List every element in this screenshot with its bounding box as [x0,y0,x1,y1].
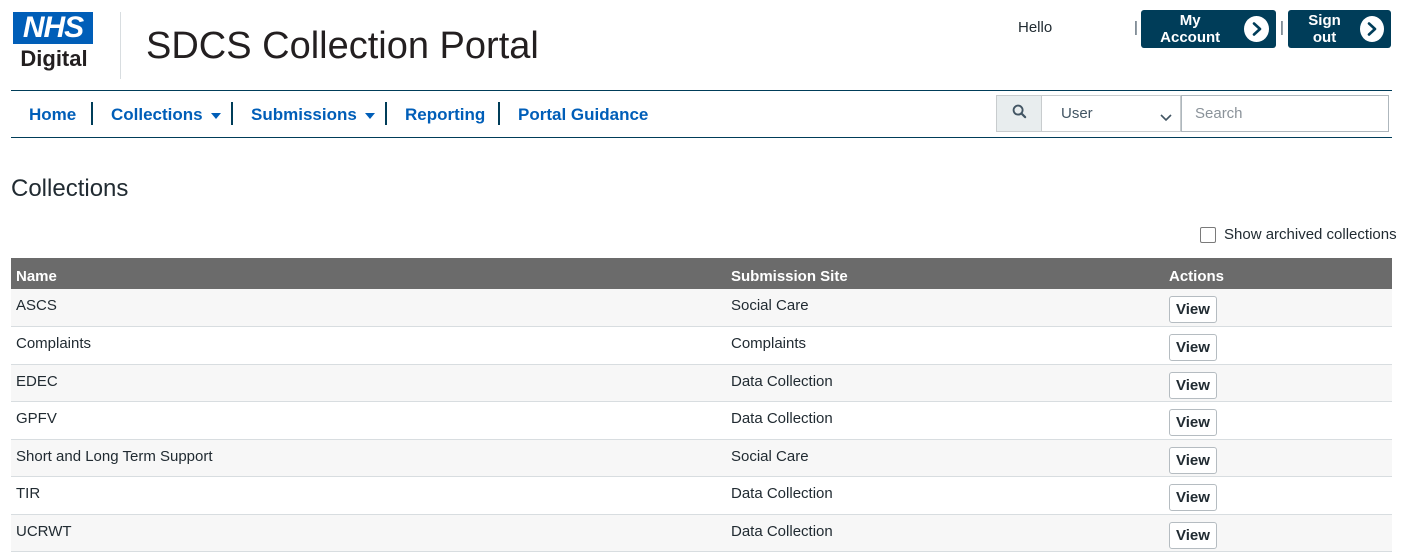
nav-divider [91,102,93,125]
show-archived-checkbox[interactable] [1200,226,1216,243]
nav-item-reporting[interactable]: Reporting [405,105,485,125]
header-divider [120,12,121,79]
nav-divider [231,102,233,125]
search-input[interactable] [1181,95,1389,132]
sign-out-button[interactable]: Sign out [1288,10,1391,48]
arrow-right-icon [1244,16,1269,42]
greeting: Hello [1018,19,1053,36]
search-button[interactable] [996,95,1041,132]
caret-down-icon [364,113,375,119]
table-row: GPFV Data Collection View [11,401,1392,439]
caret-down-icon [210,113,221,119]
submission-site: Data Collection [731,410,833,427]
show-archived-toggle[interactable]: Show archived collections [1200,226,1397,243]
nav-divider [385,102,387,125]
collection-name: GPFV [16,410,57,427]
nav-item-label: Submissions [251,105,357,124]
column-header-name: Name [16,268,57,285]
table-header-row: Name Submission Site Actions [11,258,1392,289]
view-button[interactable]: View [1169,484,1217,511]
view-button[interactable]: View [1169,409,1217,436]
collection-name: TIR [16,485,41,502]
nav-item-label: Collections [111,105,203,124]
submission-site: Social Care [731,297,809,314]
table-row: Short and Long Term Support Social Care … [11,439,1392,477]
nav-divider [498,102,500,125]
collection-name: UCRWT [16,522,72,540]
view-button[interactable]: View [1169,296,1217,323]
view-button[interactable]: View [1169,334,1217,361]
page-title: Collections [11,175,129,202]
column-header-actions: Actions [1169,268,1225,285]
collection-name: ASCS [16,297,57,314]
table-row: ASCS Social Care View [11,289,1392,327]
my-account-label: My Account [1160,12,1221,46]
collection-name: Complaints [16,335,92,352]
page-header: NHS Digital SDCS Collection Portal Hello… [0,0,1417,90]
view-button[interactable]: View [1169,521,1217,549]
sign-out-label: Sign out [1308,12,1341,46]
submission-site: Social Care [731,447,809,465]
submission-site: Data Collection [731,522,833,540]
nav-item-portal-guidance[interactable]: Portal Guidance [518,105,648,125]
nhs-logo-mark: NHS [13,12,93,44]
main-navigation: Home Collections Submissions Reporting P… [11,90,1392,138]
view-button[interactable]: View [1169,371,1217,399]
chevron-down-icon [1160,109,1172,126]
portal-title: SDCS Collection Portal [146,25,539,67]
header-separator: | [1134,19,1138,36]
search-icon [1012,104,1027,124]
table-row: Complaints Complaints View [11,326,1392,364]
nav-item-home[interactable]: Home [29,105,76,125]
submission-site: Complaints [731,335,807,352]
nav-item-collections[interactable]: Collections [111,105,221,125]
show-archived-label: Show archived collections [1224,226,1397,243]
nav-item-label: Home [29,105,77,124]
column-header-submission-site: Submission Site [731,268,848,285]
submission-site: Data Collection [731,485,833,502]
header-separator: | [1280,19,1284,36]
table-row: TIR Data Collection View [11,476,1392,514]
arrow-right-icon [1360,16,1384,42]
nhs-digital-logo[interactable]: NHS Digital [13,12,95,73]
my-account-button[interactable]: My Account [1141,10,1276,48]
nav-item-label: Reporting [405,105,486,124]
view-button[interactable]: View [1169,446,1217,474]
table-row: EDEC Data Collection View [11,364,1392,402]
nav-item-label: Portal Guidance [518,105,649,124]
search-scope-select[interactable]: User [1041,95,1181,132]
table-row: UCRWT Data Collection View [11,514,1392,552]
submission-site: Data Collection [731,372,833,390]
digital-logo-text: Digital [20,46,88,71]
nav-item-submissions[interactable]: Submissions [251,105,375,125]
collection-name: Short and Long Term Support [16,447,213,465]
collections-table: Name Submission Site Actions ASCS Social… [11,258,1392,552]
collection-name: EDEC [16,372,58,390]
search-scope-value: User [1061,105,1093,122]
